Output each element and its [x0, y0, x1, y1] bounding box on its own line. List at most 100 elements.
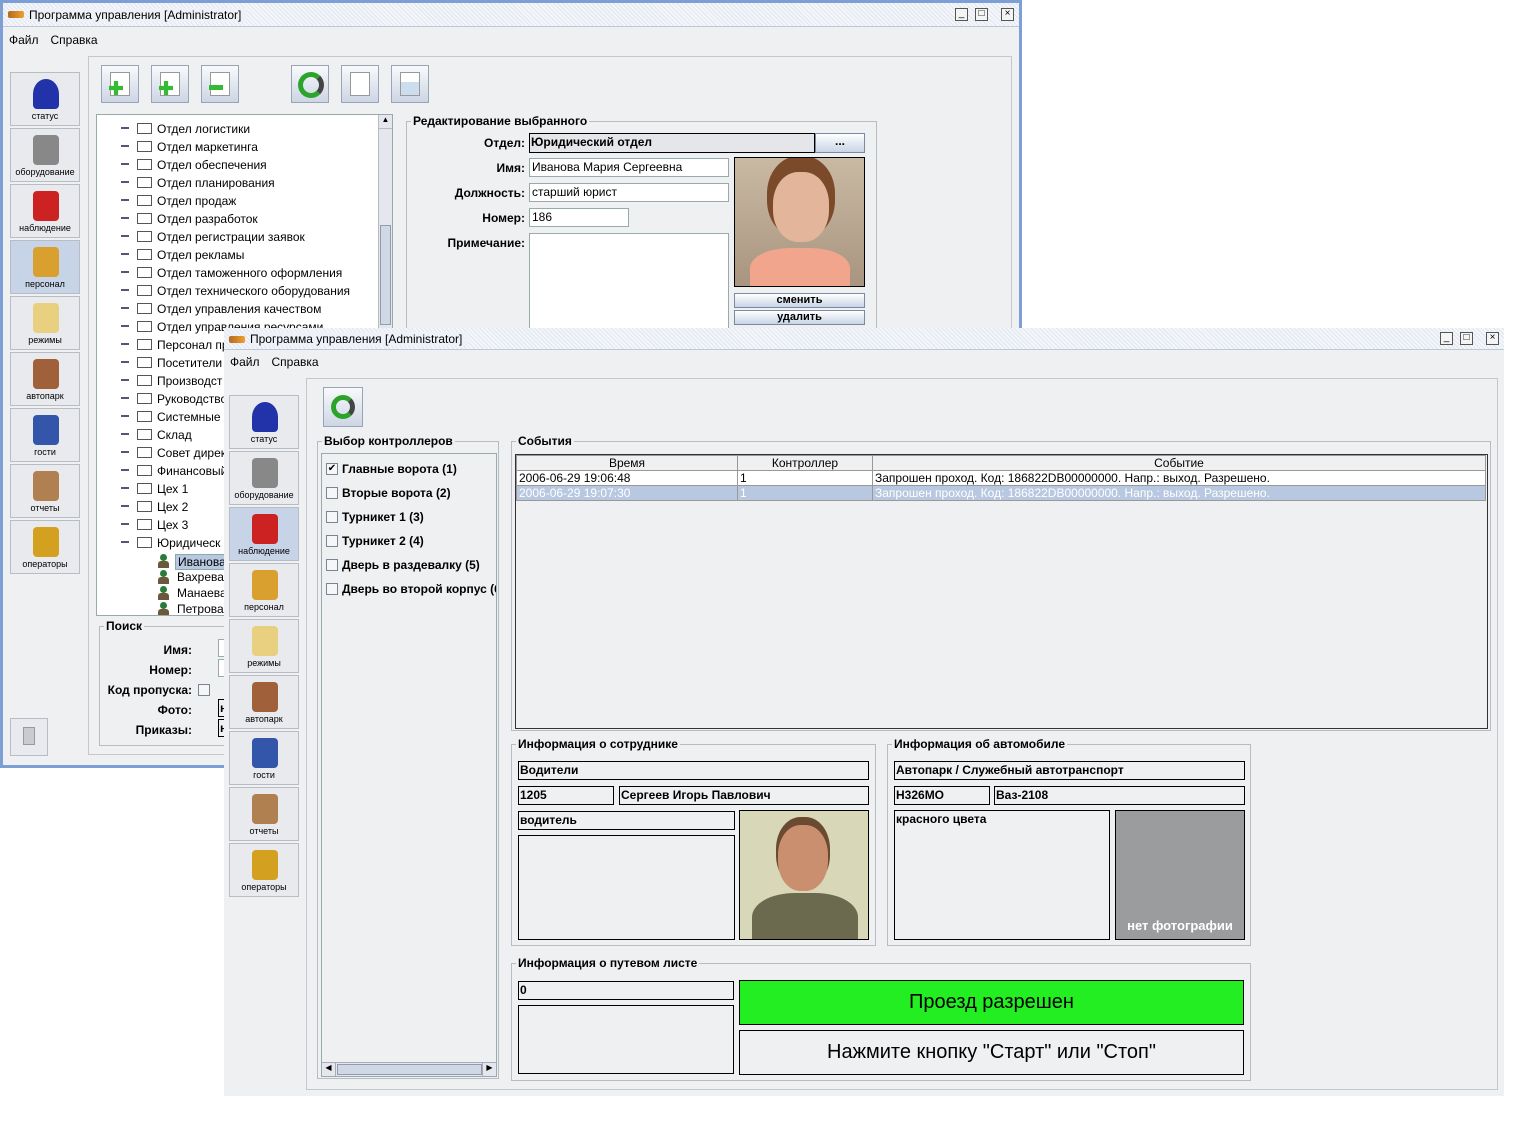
sidebar-item-7[interactable]: отчеты	[229, 787, 299, 841]
sidebar-item-4[interactable]: режимы	[10, 296, 80, 350]
tree-expand-handle[interactable]	[121, 505, 129, 507]
controller-checkbox[interactable]	[326, 487, 338, 499]
sidebar-item-1[interactable]: оборудование	[229, 451, 299, 505]
tree-item-employee[interactable]: Вахрева	[175, 570, 226, 584]
tree-item-department[interactable]: Цех 3	[157, 518, 188, 532]
tree-expand-handle[interactable]	[121, 487, 129, 489]
toolbar-button-0[interactable]	[101, 65, 139, 103]
tree-item-employee[interactable]: Иванова	[175, 554, 229, 570]
tree-item-department[interactable]: Юридическ	[157, 536, 220, 550]
tree-item-department[interactable]: Отдел планирования	[157, 176, 275, 190]
controller-label[interactable]: Турникет 2 (4)	[342, 534, 424, 548]
title-bar[interactable]: Программа управления [Administrator] _ □…	[224, 328, 1504, 350]
note-textarea[interactable]	[529, 233, 729, 343]
tree-item-department[interactable]: Отдел продаж	[157, 194, 236, 208]
toolbar-button-1[interactable]	[151, 65, 189, 103]
trash-button[interactable]	[10, 718, 48, 756]
horizontal-scrollbar[interactable]: ◀ ▶	[322, 1062, 496, 1076]
sidebar-item-8[interactable]: операторы	[10, 520, 80, 574]
toolbar-button-4[interactable]	[341, 65, 379, 103]
tree-expand-handle[interactable]	[121, 253, 129, 255]
tree-expand-handle[interactable]	[121, 343, 129, 345]
column-header[interactable]: Событие	[872, 455, 1486, 471]
tree-item-department[interactable]: Руководство	[157, 392, 227, 406]
sidebar-item-5[interactable]: автопарк	[229, 675, 299, 729]
controller-label[interactable]: Дверь в раздевалку (5)	[342, 558, 480, 572]
controller-checkbox[interactable]	[326, 583, 338, 595]
maximize-button[interactable]: □	[975, 8, 988, 21]
table-row[interactable]: 2006-06-29 19:07:30 1 Запрошен проход. Код…	[516, 485, 1486, 501]
position-input[interactable]: старший юрист	[529, 183, 729, 202]
tree-item-department[interactable]: Отдел таможенного оформления	[157, 266, 342, 280]
sidebar-item-3[interactable]: персонал	[229, 563, 299, 617]
tree-item-department[interactable]: Отдел маркетинга	[157, 140, 258, 154]
tree-item-department[interactable]: Отдел регистрации заявок	[157, 230, 305, 244]
tree-expand-handle[interactable]	[121, 325, 129, 327]
sidebar-item-6[interactable]: гости	[229, 731, 299, 785]
close-button[interactable]: ×	[1001, 8, 1014, 21]
tree-item-department[interactable]: Персонал пр	[157, 338, 229, 352]
name-input[interactable]: Иванова Мария Сергеевна	[529, 158, 729, 177]
tree-item-department[interactable]: Отдел логистики	[157, 122, 250, 136]
controller-label[interactable]: Дверь во второй корпус (6	[342, 582, 496, 596]
controller-checkbox[interactable]	[326, 535, 338, 547]
table-row[interactable]: 2006-06-29 19:06:48 1 Запрошен проход. Код…	[516, 470, 1486, 486]
controller-label[interactable]: Вторые ворота (2)	[342, 486, 451, 500]
column-header[interactable]: Контроллер	[737, 455, 873, 471]
tree-item-department[interactable]: Отдел разработок	[157, 212, 258, 226]
tree-expand-handle[interactable]	[121, 361, 129, 363]
tree-item-department[interactable]: Финансовый	[157, 464, 227, 478]
tree-expand-handle[interactable]	[121, 199, 129, 201]
change-photo-button[interactable]: сменить	[734, 293, 865, 308]
tree-item-department[interactable]: Склад	[157, 428, 192, 442]
tree-expand-handle[interactable]	[121, 217, 129, 219]
column-header[interactable]: Время	[516, 455, 738, 471]
controller-label[interactable]: Главные ворота (1)	[342, 462, 457, 476]
tree-item-department[interactable]: Посетители	[157, 356, 222, 370]
controller-checkbox[interactable]: ✔	[326, 463, 338, 475]
maximize-button[interactable]: □	[1460, 332, 1473, 345]
tree-item-department[interactable]: Цех 2	[157, 500, 188, 514]
tree-expand-handle[interactable]	[121, 163, 129, 165]
delete-photo-button[interactable]: удалить	[734, 310, 865, 325]
sidebar-item-0[interactable]: статус	[229, 395, 299, 449]
controller-label[interactable]: Турникет 1 (3)	[342, 510, 424, 524]
tree-item-department[interactable]: Системные	[157, 410, 221, 424]
toolbar-button-2[interactable]	[201, 65, 239, 103]
tree-expand-handle[interactable]	[121, 235, 129, 237]
close-button[interactable]: ×	[1486, 332, 1499, 345]
tree-expand-handle[interactable]	[121, 415, 129, 417]
tree-expand-handle[interactable]	[121, 433, 129, 435]
minimize-button[interactable]: _	[1440, 332, 1453, 345]
menu-help[interactable]: Справка	[45, 30, 104, 47]
tree-item-department[interactable]: Отдел обеспечения	[157, 158, 267, 172]
tree-expand-handle[interactable]	[121, 451, 129, 453]
scroll-up-button[interactable]: ▲	[379, 115, 392, 129]
sidebar-item-2[interactable]: наблюдение	[10, 184, 80, 238]
tree-expand-handle[interactable]	[121, 523, 129, 525]
scroll-right-button[interactable]: ▶	[482, 1063, 496, 1076]
number-input[interactable]: 186	[529, 208, 629, 227]
tree-item-department[interactable]: Отдел технического оборудования	[157, 284, 350, 298]
tree-expand-handle[interactable]	[121, 469, 129, 471]
title-bar[interactable]: Программа управления [Administrator] _ □…	[3, 3, 1019, 27]
sidebar-item-5[interactable]: автопарк	[10, 352, 80, 406]
tree-expand-handle[interactable]	[121, 289, 129, 291]
sidebar-item-3[interactable]: персонал	[10, 240, 80, 294]
tree-expand-handle[interactable]	[121, 181, 129, 183]
sidebar-item-2[interactable]: наблюдение	[229, 507, 299, 561]
sidebar-item-6[interactable]: гости	[10, 408, 80, 462]
tree-expand-handle[interactable]	[121, 127, 129, 129]
sidebar-item-4[interactable]: режимы	[229, 619, 299, 673]
tree-item-employee[interactable]: Петрова	[175, 602, 226, 615]
controller-checkbox[interactable]	[326, 511, 338, 523]
toolbar-button-5[interactable]	[391, 65, 429, 103]
tree-expand-handle[interactable]	[121, 307, 129, 309]
toolbar-button-3[interactable]	[291, 65, 329, 103]
tree-item-employee[interactable]: Манаева	[175, 586, 229, 600]
tree-item-department[interactable]: Совет дирек	[157, 446, 226, 460]
tree-expand-handle[interactable]	[121, 541, 129, 543]
scroll-thumb[interactable]	[337, 1064, 482, 1075]
sidebar-item-7[interactable]: отчеты	[10, 464, 80, 518]
search-pass-checkbox[interactable]	[198, 684, 210, 696]
